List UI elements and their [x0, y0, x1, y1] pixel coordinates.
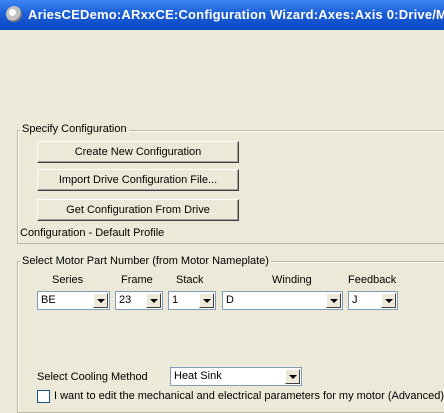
window-title-bar[interactable]: AriesCEDemo:ARxxCE:Configuration Wizard:… — [0, 0, 444, 30]
chevron-down-icon[interactable] — [326, 293, 341, 308]
chevron-down-icon[interactable] — [93, 293, 108, 308]
stack-value: 1 — [172, 294, 179, 306]
specify-configuration-group-label: Specify Configuration — [20, 123, 129, 135]
chevron-down-icon[interactable] — [285, 369, 300, 384]
stack-header: Stack — [176, 274, 204, 286]
configuration-status-text: Configuration - Default Profile — [20, 227, 165, 239]
chevron-down-icon[interactable] — [146, 293, 161, 308]
get-configuration-from-drive-label: Get Configuration From Drive — [66, 204, 210, 216]
frame-header: Frame — [121, 274, 153, 286]
chevron-down-icon[interactable] — [199, 293, 214, 308]
winding-value: D — [226, 294, 234, 306]
import-drive-configuration-label: Import Drive Configuration File... — [58, 174, 218, 186]
chevron-down-icon[interactable] — [381, 293, 396, 308]
winding-header: Winding — [272, 274, 312, 286]
create-new-configuration-label: Create New Configuration — [74, 146, 202, 158]
window-title: AriesCEDemo:ARxxCE:Configuration Wizard:… — [28, 7, 444, 22]
series-value: BE — [41, 294, 56, 306]
cooling-method-select[interactable]: Heat Sink — [170, 367, 302, 386]
app-icon — [6, 6, 22, 22]
advanced-parameters-checkbox[interactable] — [37, 390, 50, 403]
import-drive-configuration-button[interactable]: Import Drive Configuration File... — [37, 169, 239, 191]
frame-select[interactable]: 23 — [115, 291, 163, 310]
create-new-configuration-button[interactable]: Create New Configuration — [37, 141, 239, 163]
feedback-header: Feedback — [348, 274, 397, 286]
frame-value: 23 — [119, 294, 132, 306]
feedback-value: J — [352, 294, 358, 306]
cooling-method-value: Heat Sink — [174, 370, 222, 382]
get-configuration-from-drive-button[interactable]: Get Configuration From Drive — [37, 199, 239, 221]
winding-select[interactable]: D — [222, 291, 343, 310]
motor-part-number-group-label: Select Motor Part Number (from Motor Nam… — [20, 255, 271, 267]
series-select[interactable]: BE — [37, 291, 110, 310]
cooling-method-label: Select Cooling Method — [37, 371, 148, 383]
stack-select[interactable]: 1 — [168, 291, 216, 310]
feedback-select[interactable]: J — [348, 291, 398, 310]
series-header: Series — [52, 274, 84, 286]
advanced-parameters-label[interactable]: I want to edit the mechanical and electr… — [54, 390, 444, 402]
